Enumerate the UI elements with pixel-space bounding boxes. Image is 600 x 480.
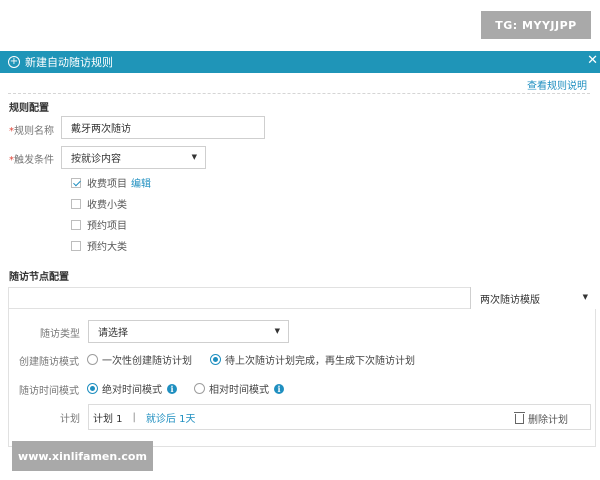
delete-plan-button[interactable]: 删除计划 [514,411,568,426]
time-mode-option-relative[interactable]: 相对时间模式 i [194,381,284,396]
trigger-select-value: 按就诊内容 [71,154,121,165]
info-icon[interactable]: i [167,383,177,394]
create-mode-label: 创建随访模式 [19,357,79,368]
followup-type-select[interactable]: 请选择 ▼ [88,320,289,343]
dialog-title: 新建自动随访规则 [25,56,113,69]
rule-name-label: *规则名称 [9,122,54,137]
checkbox[interactable] [71,198,81,209]
radio-label: 绝对时间模式 [102,385,162,396]
radio-label: 相对时间模式 [209,385,269,396]
option-label: 预约项目 [87,221,127,232]
caret-down-icon: ▼ [191,153,197,161]
view-rules-link[interactable]: 查看规则说明 [527,77,587,92]
watermark-bottom: www.xinlifamen.com [12,441,153,471]
close-icon[interactable]: ✕ [587,53,598,68]
delete-plan-label: 删除计划 [528,415,568,426]
info-icon[interactable]: i [274,383,284,394]
template-select[interactable]: 两次随访模版 ▼ [470,287,596,309]
plus-circle-icon: + [8,56,20,68]
option-charge-subcategory[interactable]: 收费小类 [71,196,127,211]
trigger-label: *触发条件 [9,151,54,166]
edit-link[interactable]: 编辑 [131,175,151,190]
radio-button-selected[interactable] [210,354,221,365]
option-appointment-category[interactable]: 预约大类 [71,238,127,253]
plan-separator: | [132,411,136,423]
check-icon[interactable] [71,177,81,188]
caret-down-icon: ▼ [582,293,588,301]
checkbox[interactable] [71,240,81,251]
option-label: 收费小类 [87,200,127,211]
option-appointment-item[interactable]: 预约项目 [71,217,127,232]
option-label: 收费项目 [87,179,127,190]
radio-label: 待上次随访计划完成，再生成下次随访计划 [225,356,415,367]
section-title-node-config: 随访节点配置 [9,272,69,283]
option-label: 预约大类 [87,242,127,253]
followup-type-label: 随访类型 [40,329,80,340]
radio-label: 一次性创建随访计划 [102,356,192,367]
trigger-label-text: 触发条件 [14,155,54,166]
radio-button[interactable] [87,354,98,365]
plan-name[interactable]: 计划 1 [93,410,123,425]
time-mode-option-absolute[interactable]: 绝对时间模式 i [87,381,177,396]
radio-button-selected[interactable] [87,383,98,394]
plan-timing[interactable]: 就诊后 1天 [146,410,196,425]
caret-down-icon: ▼ [274,327,280,335]
trash-icon [514,411,525,424]
time-mode-label: 随访时间模式 [19,386,79,397]
divider [8,93,590,94]
watermark-top: TG: MYYJJPP [481,11,591,39]
rule-name-label-text: 规则名称 [14,126,54,137]
trigger-select[interactable]: 按就诊内容 ▼ [61,146,206,169]
followup-type-placeholder: 请选择 [98,328,128,339]
rule-name-input[interactable]: 戴牙两次随访 [61,116,265,139]
radio-button[interactable] [194,383,205,394]
rule-name-value: 戴牙两次随访 [71,124,131,135]
option-charge-item[interactable]: 收费项目 编辑 [71,175,151,190]
plan-row: 计划 1 | 就诊后 1天 删除计划 [88,404,591,430]
create-mode-option-once[interactable]: 一次性创建随访计划 [87,352,192,367]
section-title-rule-config: 规则配置 [9,103,49,114]
dialog-title-bar: + 新建自动随访规则 ✕ [0,51,600,73]
template-select-value: 两次随访模版 [480,294,540,306]
create-mode-option-sequential[interactable]: 待上次随访计划完成，再生成下次随访计划 [210,352,415,367]
plan-label: 计划 [60,414,80,425]
checkbox[interactable] [71,219,81,230]
